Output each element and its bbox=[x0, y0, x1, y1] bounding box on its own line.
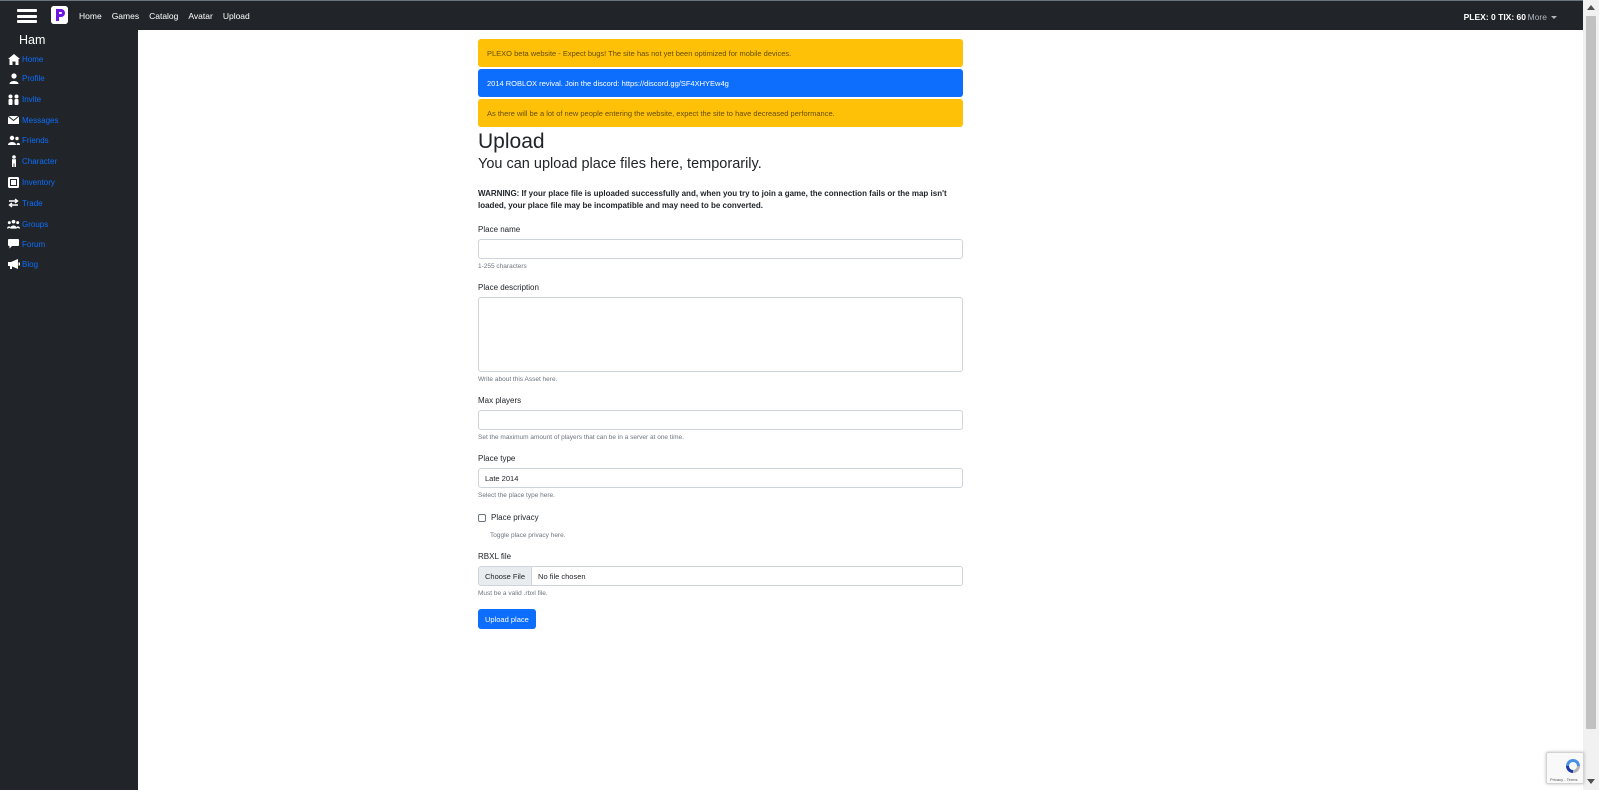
sidebar-item-label: Inventory bbox=[22, 177, 55, 187]
sidebar-item-label: Trade bbox=[22, 198, 43, 208]
sidebar-item-friends[interactable]: Friends bbox=[7, 133, 49, 147]
sidebar-item-label: Home bbox=[22, 54, 44, 64]
envelope-icon bbox=[7, 114, 20, 126]
performance-warning-alert: As there will be a lot of new people ent… bbox=[478, 99, 963, 127]
place-privacy-checkbox[interactable] bbox=[478, 513, 486, 522]
nav-upload-link[interactable]: Upload bbox=[223, 11, 250, 21]
sidebar-username: Ham bbox=[19, 33, 46, 47]
nav-home-link[interactable]: Home bbox=[79, 11, 102, 21]
place-description-textarea[interactable] bbox=[478, 297, 963, 372]
max-players-help: Set the maximum amount of players that c… bbox=[478, 434, 684, 441]
sidebar-item-character[interactable]: Character bbox=[7, 154, 57, 168]
place-type-help: Select the place type here. bbox=[478, 492, 555, 499]
sidebar-item-label: Messages bbox=[22, 115, 59, 125]
rbxl-file-input[interactable]: Choose File No file chosen bbox=[478, 566, 963, 586]
page-scrollbar[interactable] bbox=[1583, 0, 1599, 790]
sidebar-item-blog[interactable]: Blog bbox=[7, 257, 38, 271]
home-icon bbox=[7, 53, 20, 65]
scrollbar-thumb[interactable] bbox=[1586, 16, 1596, 729]
nav-games-link[interactable]: Games bbox=[112, 11, 139, 21]
sidebar-item-label: Character bbox=[22, 156, 58, 166]
sidebar-item-inventory[interactable]: Inventory bbox=[7, 175, 55, 189]
place-name-help: 1-255 characters bbox=[478, 263, 527, 270]
place-privacy-row: Place privacy bbox=[478, 513, 963, 522]
choose-file-button[interactable]: Choose File bbox=[479, 567, 533, 585]
recaptcha-badge[interactable]: Privacy - Terms bbox=[1546, 752, 1584, 784]
friends-icon bbox=[7, 134, 20, 146]
inventory-icon bbox=[7, 176, 20, 188]
more-label: More bbox=[1527, 12, 1547, 22]
place-type-select[interactable]: Late 2014 bbox=[478, 468, 963, 488]
sidebar: Ham Home Profile Invite Messages Friends… bbox=[0, 30, 138, 790]
place-description-label: Place description bbox=[478, 283, 539, 292]
rbxl-file-label: RBXL file bbox=[478, 552, 512, 561]
caret-down-icon bbox=[1551, 16, 1557, 20]
top-navbar: Home Games Catalog Avatar Upload PLEX: 0… bbox=[0, 0, 1583, 30]
recaptcha-privacy-terms[interactable]: Privacy - Terms bbox=[1550, 777, 1577, 782]
user-icon bbox=[7, 72, 20, 84]
sidebar-item-home[interactable]: Home bbox=[7, 52, 43, 66]
people-icon bbox=[7, 93, 20, 105]
sidebar-item-label: Friends bbox=[22, 135, 49, 145]
max-players-input[interactable] bbox=[478, 410, 963, 430]
nav-avatar-link[interactable]: Avatar bbox=[188, 11, 212, 21]
sidebar-item-label: Groups bbox=[22, 219, 49, 229]
plexo-logo[interactable] bbox=[51, 6, 68, 24]
main-content: PLEXO beta website - Expect bugs! The si… bbox=[478, 39, 963, 629]
discord-info-alert: 2014 ROBLOX revival. Join the discord: h… bbox=[478, 69, 963, 97]
page-title: Upload bbox=[478, 130, 545, 153]
sidebar-item-forum[interactable]: Forum bbox=[7, 237, 45, 251]
sidebar-item-messages[interactable]: Messages bbox=[7, 113, 58, 127]
sidebar-item-label: Blog bbox=[22, 259, 39, 269]
megaphone-icon bbox=[7, 258, 20, 270]
sidebar-item-label: Invite bbox=[22, 94, 42, 104]
sidebar-item-label: Profile bbox=[22, 73, 45, 83]
arrows-icon bbox=[7, 197, 20, 209]
sidebar-item-groups[interactable]: Groups bbox=[7, 217, 48, 231]
file-status-text: No file chosen bbox=[538, 571, 586, 581]
top-nav-links: Home Games Catalog Avatar Upload bbox=[79, 1, 250, 31]
nav-catalog-link[interactable]: Catalog bbox=[149, 11, 178, 21]
place-name-label: Place name bbox=[478, 225, 521, 234]
place-description-help: Write about this Asset here. bbox=[478, 376, 558, 383]
rbxl-file-help: Must be a valid .rbxl file. bbox=[478, 590, 548, 597]
scroll-down-arrow-icon[interactable] bbox=[1587, 779, 1595, 784]
more-dropdown[interactable]: More bbox=[1528, 12, 1557, 22]
place-privacy-help: Toggle place privacy here. bbox=[490, 532, 566, 539]
scroll-up-arrow-icon[interactable] bbox=[1587, 5, 1595, 10]
sidebar-item-profile[interactable]: Profile bbox=[7, 71, 45, 85]
page-subtitle: You can upload place files here, tempora… bbox=[478, 156, 762, 172]
max-players-label: Max players bbox=[478, 396, 522, 405]
place-name-input[interactable] bbox=[478, 239, 963, 259]
upload-place-button[interactable]: Upload place bbox=[478, 609, 536, 629]
sidebar-item-invite[interactable]: Invite bbox=[7, 92, 41, 106]
place-type-label: Place type bbox=[478, 454, 516, 463]
beta-warning-alert: PLEXO beta website - Expect bugs! The si… bbox=[478, 39, 963, 67]
recaptcha-logo-icon bbox=[1566, 759, 1580, 773]
currency-balance: PLEX: 0 TIX: 60 bbox=[1463, 12, 1526, 22]
chat-icon bbox=[7, 238, 20, 250]
sidebar-item-trade[interactable]: Trade bbox=[7, 196, 43, 210]
sidebar-item-label: Forum bbox=[22, 239, 46, 249]
upload-warning-text: WARNING: If your place file is uploaded … bbox=[478, 189, 947, 210]
hamburger-menu-icon[interactable] bbox=[16, 5, 38, 27]
character-icon bbox=[7, 155, 20, 167]
groups-icon bbox=[7, 218, 20, 230]
place-privacy-label[interactable]: Place privacy bbox=[491, 513, 539, 522]
